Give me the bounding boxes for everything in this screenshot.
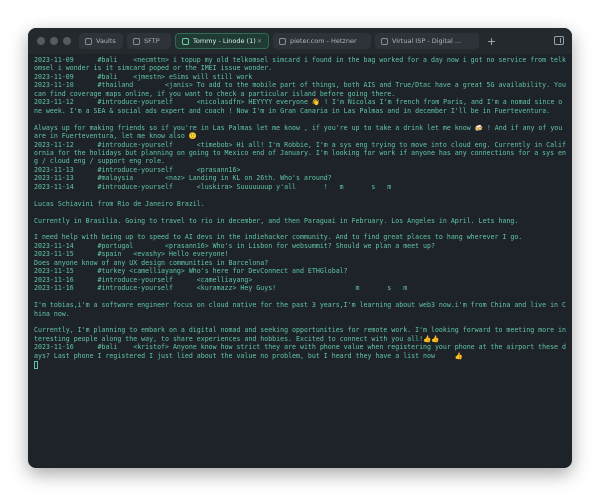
tab-label: Virtual ISP - Digital ... (392, 37, 462, 45)
folder-icon (133, 37, 140, 45)
title-bar: Vaults SFTP Tommy - Linode (1) ✕ pieter.… (28, 28, 572, 54)
window-controls (37, 37, 71, 45)
terminal-line: Always up for making friends so if you'r… (34, 123, 566, 141)
close-tab-icon[interactable]: ✕ (257, 38, 262, 45)
terminal-line: 2023-11-09 #bali <jmestn> eSims will sti… (34, 72, 253, 81)
terminal-line: Currently in Brasilia. Going to travel t… (34, 216, 519, 225)
terminal-line: I'm tobias,i'm a software engineer focus… (34, 301, 566, 318)
terminal-line: 2023-11-10 #thailand <janis> To add to t… (34, 81, 566, 98)
tab-label: pieter.com - Hetzner (290, 37, 357, 45)
terminal-icon (381, 37, 388, 45)
terminal-line: 2023-11-15 #turkey <camelliayang> Who's … (34, 267, 348, 276)
terminal-app-window: Vaults SFTP Tommy - Linode (1) ✕ pieter.… (28, 28, 572, 468)
terminal-line: 2023-11-12 #introduce-yourself <nicolasd… (34, 98, 563, 115)
terminal-line: 2023-11-16 #bali <kristof> Anyone know h… (34, 343, 566, 360)
terminal-line: 2023-11-13 #malaysia <naz> Landing in KL… (34, 174, 332, 183)
tab-label: Vaults (96, 37, 116, 45)
terminal-line: 2023-11-12 #introduce-yourself <timebob>… (34, 140, 566, 166)
tab-label: Tommy - Linode (1) (193, 37, 256, 45)
terminal-line: 2023-11-16 #introduce-yourself <kuramazz… (34, 284, 408, 293)
minimize-window-button[interactable] (50, 37, 58, 45)
terminal-line: 2023-11-14 #introduce-yourself <luskira>… (34, 182, 392, 191)
terminal-icon (182, 37, 189, 45)
tab-vaults[interactable]: Vaults (79, 33, 123, 49)
terminal-line: 2023-11-15 #spain <evashy> Hello everyon… (34, 250, 229, 259)
tab-virtual-isp[interactable]: Virtual ISP - Digital ... (375, 33, 479, 49)
terminal-line: 2023-11-16 #introduce-yourself <camellia… (34, 275, 253, 284)
terminal-line: 2023-11-14 #portugal <prasann16> Who's i… (34, 241, 435, 250)
terminal-line: Currently, I'm planning to embark on a d… (34, 326, 566, 343)
tab-label: SFTP (144, 37, 160, 45)
vault-icon (85, 37, 92, 45)
zoom-window-button[interactable] (63, 37, 71, 45)
terminal-line: I need help with being up to speed to AI… (34, 233, 523, 242)
new-tab-button[interactable]: + (487, 35, 496, 48)
tab-sftp[interactable]: SFTP (127, 33, 171, 49)
terminal-cursor (34, 360, 38, 369)
terminal-line: 2023-11-13 #introduce-yourself <prasann1… (34, 165, 241, 174)
tab-tommy-linode[interactable]: Tommy - Linode (1) ✕ (175, 33, 269, 49)
terminal-line: Does anyone know of any UX design commun… (34, 258, 269, 267)
close-window-button[interactable] (37, 37, 45, 45)
terminal-icon (279, 37, 286, 45)
terminal-output[interactable]: 2023-11-09 #bali <necmttn> i topup my ol… (34, 56, 566, 462)
terminal-line: 2023-11-09 #bali <necmttn> i topup my ol… (34, 56, 566, 73)
terminal-line: Lucas Schiavini from Rio de Janeiro Braz… (34, 199, 205, 208)
sidebar-toggle-icon[interactable] (554, 36, 564, 45)
tab-pieter-hetzner[interactable]: pieter.com - Hetzner (273, 33, 371, 49)
